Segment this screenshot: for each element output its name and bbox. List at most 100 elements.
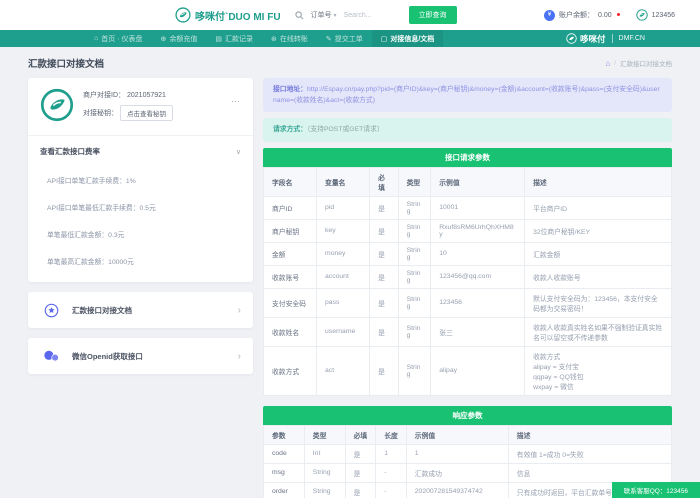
table-cell: 收款账号	[264, 265, 317, 288]
header-right: ¥ 账户余额： 0.00 123456	[544, 9, 675, 21]
rate-line: API接口单笔最低汇款手续费：0.5元	[47, 202, 241, 212]
column-header: 必填	[370, 167, 399, 196]
search-input[interactable]	[344, 12, 402, 19]
more-options-icon[interactable]: …	[231, 94, 241, 104]
main-navbar: ⌂首页 · 仪表盘⊕余额充值▤汇款记录⊛在线转账✎提交工单▢对接信息/文档 哆咪…	[0, 30, 700, 47]
table-cell: 商户秘钥	[264, 219, 317, 242]
table-cell: pass	[317, 288, 370, 317]
table-cell: String	[398, 196, 431, 219]
column-header: 变量名	[317, 167, 370, 196]
nav-item-label: 余额充值	[169, 34, 197, 44]
table-cell: String	[398, 346, 431, 395]
breadcrumb-current: 汇款接口对接文档	[620, 58, 672, 68]
home-icon: ⌂	[94, 35, 98, 42]
nav-item[interactable]: ✎提交工单	[317, 30, 372, 47]
home-icon[interactable]: ⌂	[605, 59, 610, 68]
records-icon: ▤	[215, 35, 222, 43]
search-icon	[295, 11, 304, 20]
table-cell: 收款人收款真实姓名如果不强制验证真实姓名可以留空或不传递参数	[525, 317, 672, 346]
api-address-value: http://Espay.cn/pay.php?pid=(商户ID)&key=(…	[273, 86, 660, 104]
nav-items: ⌂首页 · 仪表盘⊕余额充值▤汇款记录⊛在线转账✎提交工单▢对接信息/文档	[85, 30, 443, 47]
merchant-id-value: 2021057921	[127, 92, 166, 99]
table-cell: 是	[370, 265, 399, 288]
page-title: 汇款接口对接文档	[28, 56, 104, 70]
table-cell: 默认支付安全码为：123456，本支付安全码都为交易密码！	[525, 288, 672, 317]
table-cell: msg	[264, 463, 305, 482]
table-cell: 信息	[508, 463, 671, 482]
nav-item[interactable]: ⊕余额充值	[151, 30, 206, 47]
table-cell: -	[376, 482, 407, 498]
table-cell: money	[317, 242, 370, 265]
table-cell: 10	[431, 242, 525, 265]
request-params-table: 字段名变量名必填类型示例值描述商户IDpid是String10001平台商户ID…	[263, 167, 672, 396]
app-logo[interactable]: 哆咪付`DUO MI FU	[175, 7, 281, 23]
table-cell: 是	[345, 463, 376, 482]
rates-toggle[interactable]: 查看汇款接口费率 ∨	[40, 145, 241, 158]
query-button[interactable]: 立即查询	[409, 6, 457, 24]
column-header: 描述	[525, 167, 672, 196]
column-header: 长度	[376, 425, 407, 444]
customer-service-badge[interactable]: 联系客服QQ：123456	[612, 482, 700, 498]
table-cell: String	[304, 463, 345, 482]
rate-line: API接口单笔汇款手续费：1%	[47, 175, 241, 185]
table-cell: 10001	[431, 196, 525, 219]
navbar-brand-name: 哆咪付	[580, 33, 606, 45]
chevron-right-icon: ›	[238, 305, 241, 316]
api-address-box: 接口地址：http://Espay.cn/pay.php?pid=(商户ID)&…	[263, 78, 672, 112]
main-content: 汇款接口对接文档 ⌂ / 汇款接口对接文档 商户对接ID： 2021057921	[0, 47, 700, 498]
table-cell: String	[398, 265, 431, 288]
table-cell: -	[376, 463, 407, 482]
link-card-wechat-openid[interactable]: 微信Openid获取接口 ›	[28, 338, 253, 374]
transfer-icon: ⊛	[271, 35, 277, 43]
request-method-label: 请求方式：	[273, 126, 307, 133]
account-menu[interactable]: 123456	[636, 9, 675, 21]
navbar-brand-domain: DMF.CN	[619, 35, 645, 42]
table-cell: order	[264, 482, 305, 498]
table-row: 商户IDpid是String10001平台商户ID	[264, 196, 672, 219]
table-row: 收款方式act是Stringalipay收款方式 alipay = 支付宝 qq…	[264, 346, 672, 395]
table-cell: 32位商户秘钥/KEY	[525, 219, 672, 242]
top-header: 哆咪付`DUO MI FU 订单号 ▾ 立即查询 ¥ 账户余额： 0.00 12…	[0, 0, 700, 30]
table-cell: username	[317, 317, 370, 346]
table-cell: 收款方式	[264, 346, 317, 395]
navbar-brand-icon	[566, 33, 577, 44]
nav-item-label: 提交工单	[335, 34, 363, 44]
rate-line: 单笔最高汇款金额：10000元	[47, 256, 241, 266]
app-logo-text: 哆咪付`DUO MI FU	[195, 8, 281, 23]
table-cell: 金额	[264, 242, 317, 265]
nav-item[interactable]: ▢对接信息/文档	[372, 30, 444, 47]
navbar-brand[interactable]: 哆咪付 DMF.CN	[566, 33, 645, 45]
nav-item[interactable]: ▤汇款记录	[206, 30, 262, 47]
table-cell: 是	[370, 346, 399, 395]
request-method-box: 请求方式：（支持POST或GET请求）	[263, 118, 672, 141]
table-cell: 汇款金额	[525, 242, 672, 265]
doc-panel: 接口地址：http://Espay.cn/pay.php?pid=(商户ID)&…	[263, 78, 672, 498]
nav-item[interactable]: ⌂首页 · 仪表盘	[85, 30, 151, 47]
link-card-remit-doc[interactable]: 汇款接口对接文档 ›	[28, 292, 253, 328]
link-label: 微信Openid获取接口	[72, 351, 228, 362]
table-cell: 123456@qq.com	[431, 265, 525, 288]
table-cell: key	[317, 219, 370, 242]
table-cell: alipay	[431, 346, 525, 395]
view-secret-button[interactable]: 点击查看秘钥	[120, 105, 173, 121]
rates-title: 查看汇款接口费率	[40, 146, 100, 157]
breadcrumb: ⌂ / 汇款接口对接文档	[605, 58, 672, 68]
table-cell: 1	[406, 444, 508, 463]
table-cell: code	[264, 444, 305, 463]
account-balance[interactable]: ¥ 账户余额： 0.00	[544, 10, 620, 21]
merchant-profile-top: 商户对接ID： 2021057921 对接秘钥： 点击查看秘钥 …	[40, 88, 241, 126]
brand-divider	[612, 34, 613, 43]
nav-item[interactable]: ⊛在线转账	[262, 30, 317, 47]
chevron-right-icon: ›	[238, 351, 241, 362]
account-logo-icon	[636, 9, 648, 21]
merchant-id-label: 商户对接ID：	[83, 90, 125, 100]
table-cell: String	[398, 317, 431, 346]
search-category-select[interactable]: 订单号 ▾	[311, 10, 337, 20]
secret-label: 对接秘钥：	[83, 108, 118, 118]
table-cell: 收款方式 alipay = 支付宝 qqpay = QQ钱包 wxpay = 微…	[525, 346, 672, 395]
table-cell: 商户ID	[264, 196, 317, 219]
account-id: 123456	[652, 12, 675, 19]
table-cell: Rxuf8sRM6UrhQhXHM8y	[431, 219, 525, 242]
breadcrumb-separator: /	[614, 60, 616, 67]
table-header-row: 参数类型必填长度示例值描述	[264, 425, 672, 444]
